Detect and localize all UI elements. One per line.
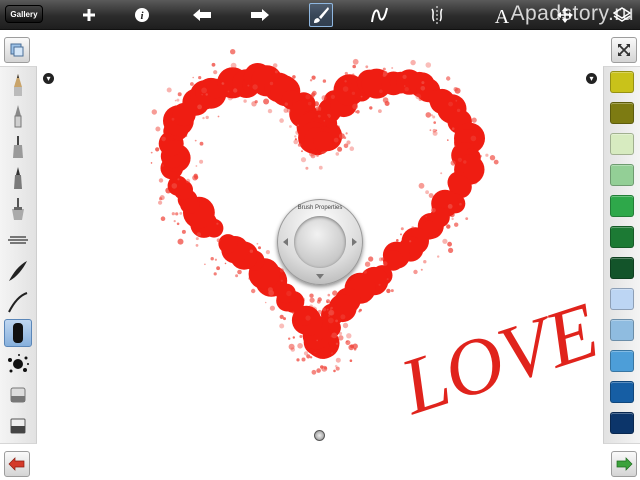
info-icon[interactable]: i — [130, 3, 154, 27]
color-swatch[interactable] — [610, 381, 634, 403]
paint-brush-icon[interactable] — [4, 195, 32, 223]
pencil-icon[interactable] — [4, 71, 32, 99]
brush-properties-label: Brush Properties — [297, 205, 343, 211]
fullscreen-button[interactable] — [611, 37, 637, 63]
color-swatch[interactable] — [610, 288, 634, 310]
airbrush-icon[interactable] — [4, 226, 32, 254]
color-swatch[interactable] — [610, 412, 634, 434]
color-swatch[interactable] — [610, 164, 634, 186]
canvas-copy-button[interactable] — [4, 37, 30, 63]
color-swatch[interactable] — [610, 226, 634, 248]
color-swatch[interactable] — [610, 133, 634, 155]
eraser-icon[interactable] — [4, 381, 32, 409]
puck-left-arrow-icon — [283, 238, 288, 246]
love-handwriting: LOVE — [390, 286, 608, 432]
selected-brush-icon[interactable] — [4, 319, 32, 347]
right-info-icon[interactable]: ▾ — [586, 73, 597, 84]
color-swatch[interactable] — [610, 71, 634, 93]
color-swatch[interactable] — [610, 319, 634, 341]
color-swatch[interactable] — [610, 257, 634, 279]
puck-right-arrow-icon — [352, 238, 357, 246]
hard-eraser-icon[interactable] — [4, 412, 32, 440]
redo-icon[interactable] — [248, 3, 272, 27]
undo-arrow-button[interactable] — [4, 451, 30, 477]
redo-arrow-button[interactable] — [611, 451, 637, 477]
symmetry-icon[interactable] — [425, 3, 449, 27]
top-toolbar: Gallery i A Apadstory.ru — [0, 0, 640, 30]
splatter-icon[interactable] — [4, 350, 32, 378]
add-icon[interactable] — [77, 3, 101, 27]
brush-panel — [0, 66, 37, 444]
color-panel — [603, 66, 640, 444]
gallery-button[interactable]: Gallery — [5, 5, 43, 23]
svg-text:A: A — [495, 6, 510, 25]
puck-center-button[interactable] — [294, 216, 346, 268]
color-swatch[interactable] — [610, 350, 634, 372]
marker-icon[interactable] — [4, 133, 32, 161]
brush-properties-puck[interactable]: Brush Properties — [277, 199, 363, 285]
canvas-handle-icon[interactable] — [314, 430, 325, 441]
smudge-icon[interactable] — [4, 288, 32, 316]
left-info-icon[interactable]: ▾ — [43, 73, 54, 84]
brush-icon[interactable] — [309, 3, 333, 27]
feather-brush-icon[interactable] — [4, 257, 32, 285]
color-swatch[interactable] — [610, 195, 634, 217]
fine-pen-icon[interactable] — [4, 164, 32, 192]
watermark: Apadstory.ru — [510, 2, 634, 25]
ballpoint-icon[interactable] — [4, 102, 32, 130]
undo-icon[interactable] — [190, 3, 214, 27]
stroke-icon[interactable] — [368, 3, 392, 27]
color-swatch[interactable] — [610, 102, 634, 124]
puck-down-arrow-icon — [316, 274, 324, 279]
